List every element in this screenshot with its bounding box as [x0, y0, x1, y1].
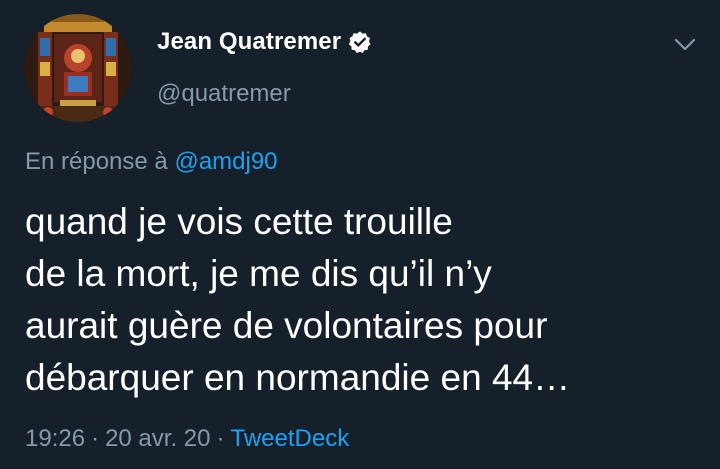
- tweet-date[interactable]: 20 avr. 20: [105, 425, 210, 452]
- reply-context: En réponse à @amdj90: [25, 148, 278, 176]
- meta-separator: ·: [91, 425, 100, 452]
- author-handle[interactable]: @quatremer: [157, 80, 291, 108]
- tweet-card: Jean Quatremer @quatremer En réponse à @…: [0, 0, 720, 469]
- tweet-text-line: quand je vois cette trouille: [25, 201, 453, 242]
- tweet-text: quand je vois cette trouille de la mort,…: [25, 196, 695, 404]
- verified-badge-icon: [348, 30, 372, 54]
- chevron-down-icon[interactable]: [672, 34, 698, 54]
- tweet-time[interactable]: 19:26: [25, 425, 85, 452]
- author-name-row: Jean Quatremer: [157, 28, 372, 56]
- meta-separator: ·: [216, 425, 225, 452]
- reply-mention-link[interactable]: @amdj90: [174, 148, 277, 175]
- tweet-meta: 19:26 · 20 avr. 20 · TweetDeck: [25, 425, 349, 453]
- avatar[interactable]: [24, 14, 132, 122]
- tweet-text-line: débarquer en normandie en 44…: [25, 357, 571, 398]
- tweet-text-line: de la mort, je me dis qu’il n’y: [25, 253, 492, 294]
- tweet-text-line: aurait guère de volontaires pour: [25, 305, 548, 346]
- tweet-source-link[interactable]: TweetDeck: [230, 425, 349, 452]
- reply-prefix: En réponse à: [25, 148, 168, 175]
- author-display-name[interactable]: Jean Quatremer: [157, 28, 341, 56]
